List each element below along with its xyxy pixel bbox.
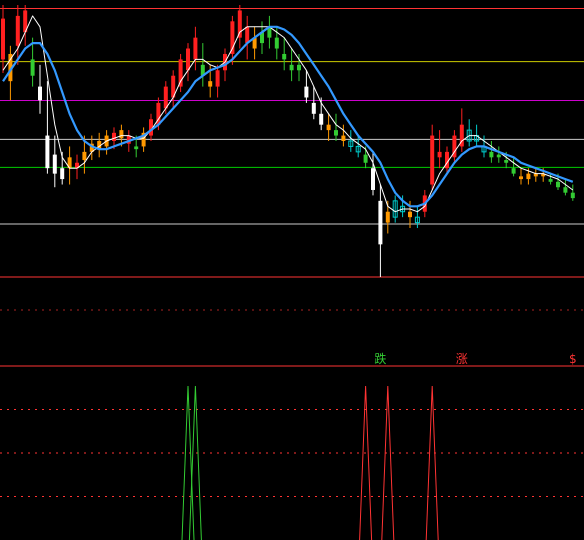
candle-body-4 — [30, 59, 35, 76]
candle-body-25 — [186, 48, 190, 71]
candle-body-0 — [1, 18, 5, 60]
candle-body-40 — [297, 64, 301, 71]
candle-body-68 — [504, 160, 509, 163]
candle-body-74 — [548, 179, 553, 182]
candle-body-55 — [408, 211, 412, 218]
candle-body-32 — [237, 10, 242, 38]
candle-body-2 — [15, 15, 20, 46]
candle-body-33 — [245, 26, 250, 44]
candle-body-7 — [52, 154, 57, 174]
candle-body-41 — [304, 86, 309, 98]
candle-body-52 — [385, 211, 390, 223]
signal-marker-1: 涨 — [456, 351, 468, 366]
candle-body-59 — [437, 151, 442, 158]
candle-body-42 — [311, 102, 316, 114]
candle-body-26 — [193, 37, 198, 60]
candle-body-37 — [274, 37, 279, 49]
candle-body-77 — [570, 192, 575, 199]
ma-fast-line — [2, 15, 574, 213]
candle-body-43 — [319, 113, 324, 125]
candle-body-51 — [378, 200, 383, 245]
candle-body-69 — [511, 168, 516, 174]
candle-body-50 — [371, 168, 375, 190]
candle-body-39 — [289, 64, 294, 71]
candle-body-66 — [489, 151, 494, 158]
candle-body-76 — [563, 187, 568, 193]
candle-body-16 — [119, 130, 124, 139]
signal-marker-0: 跌 — [374, 351, 386, 366]
candle-body-70 — [519, 176, 523, 180]
candle-body-5 — [38, 86, 42, 101]
candle-body-44 — [326, 124, 331, 131]
candle-body-49 — [363, 154, 368, 163]
candle-body-71 — [526, 173, 531, 180]
candle-body-11 — [82, 151, 87, 161]
candle-body-6 — [45, 135, 50, 169]
candle-body-67 — [496, 154, 501, 158]
candle-body-75 — [556, 181, 560, 188]
chart-canvas: 跌 涨 $ — [0, 5, 584, 540]
candle-body-58 — [430, 135, 435, 185]
candle-body-45 — [334, 130, 338, 136]
candle-body-22 — [163, 86, 168, 109]
candle-body-38 — [282, 53, 287, 60]
signal-marker-2: $ — [569, 352, 577, 366]
ma-slow-line — [2, 25, 574, 208]
candle-body-28 — [208, 81, 213, 87]
candle-body-24 — [178, 59, 183, 87]
candle-body-29 — [215, 70, 220, 87]
candle-body-18 — [134, 146, 139, 150]
candle-body-15 — [112, 132, 116, 141]
candle-body-46 — [341, 135, 346, 141]
candle-body-8 — [60, 168, 65, 180]
